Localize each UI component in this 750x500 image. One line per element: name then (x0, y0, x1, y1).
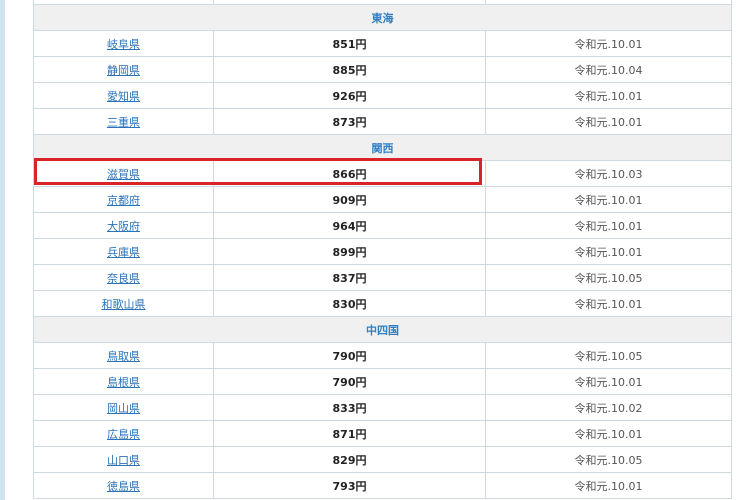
prefecture-link[interactable]: 鳥取県 (107, 350, 140, 363)
table-row: 静岡県 885円 令和元.10.04 (33, 56, 732, 83)
region-header-row: 中四国 (33, 316, 732, 343)
effective-date: 令和元.10.03 (485, 160, 732, 187)
table-row: 山口県 829円 令和元.10.05 (33, 446, 732, 473)
effective-date: 令和元.10.05 (485, 342, 732, 369)
table-row: 岐阜県 851円 令和元.10.01 (33, 30, 732, 57)
effective-date: 令和元.10.05 (485, 264, 732, 291)
minimum-wage-value: 793円 (213, 472, 486, 499)
table-row: 奈良県 837円 令和元.10.05 (33, 264, 732, 291)
minimum-wage-value: 871円 (213, 420, 486, 447)
effective-date: 令和元.10.05 (485, 446, 732, 473)
minimum-wage-value: 885円 (213, 56, 486, 83)
effective-date: 令和元.10.01 (485, 212, 732, 239)
prefecture-link[interactable]: 山口県 (107, 454, 140, 467)
minimum-wage-value: 964円 (213, 212, 486, 239)
prefecture-cell: 広島県 (33, 420, 214, 447)
prefecture-link[interactable]: 岡山県 (107, 402, 140, 415)
prefecture-cell: 兵庫県 (33, 238, 214, 265)
table-row: 滋賀県 866円 令和元.10.03 (33, 160, 732, 187)
effective-date: 令和元.10.01 (485, 30, 732, 57)
region-header: 中四国 (33, 316, 732, 343)
prefecture-link[interactable]: 大阪府 (107, 220, 140, 233)
prefecture-link[interactable]: 三重県 (107, 116, 140, 129)
table-row: 大阪府 964円 令和元.10.01 (33, 212, 732, 239)
prefecture-cell: 鳥取県 (33, 342, 214, 369)
minimum-wage-value: 899円 (213, 238, 486, 265)
prefecture-link[interactable]: 愛知県 (107, 90, 140, 103)
prefecture-link[interactable]: 奈良県 (107, 272, 140, 285)
minimum-wage-value: 866円 (213, 160, 486, 187)
prefecture-cell: 奈良県 (33, 264, 214, 291)
minimum-wage-value: 830円 (213, 290, 486, 317)
minimum-wage-value: 873円 (213, 108, 486, 135)
region-header: 東海 (33, 4, 732, 31)
prefecture-link[interactable]: 広島県 (107, 428, 140, 441)
prefecture-cell: 山口県 (33, 446, 214, 473)
table-row: 京都府 909円 令和元.10.01 (33, 186, 732, 213)
effective-date: 令和元.10.01 (485, 186, 732, 213)
prefecture-link[interactable]: 兵庫県 (107, 246, 140, 259)
effective-date: 令和元.10.01 (485, 420, 732, 447)
prefecture-cell: 和歌山県 (33, 290, 214, 317)
prefecture-link[interactable]: 静岡県 (107, 64, 140, 77)
table-row: 広島県 871円 令和元.10.01 (33, 420, 732, 447)
table-row: 愛知県 926円 令和元.10.01 (33, 82, 732, 109)
effective-date: 令和元.10.02 (485, 394, 732, 421)
table-row: 和歌山県 830円 令和元.10.01 (33, 290, 732, 317)
effective-date: 令和元.10.01 (485, 108, 732, 135)
prefecture-cell: 徳島県 (33, 472, 214, 499)
minimum-wage-table: 東海 岐阜県 851円 令和元.10.01 静岡県 885円 令和元.10.04 愛知県 926… (33, 0, 732, 499)
table-row: 鳥取県 790円 令和元.10.05 (33, 342, 732, 369)
prefecture-link[interactable]: 島根県 (107, 376, 140, 389)
minimum-wage-value: 851円 (213, 30, 486, 57)
left-border-bar (0, 0, 5, 500)
prefecture-cell: 京都府 (33, 186, 214, 213)
minimum-wage-value: 790円 (213, 368, 486, 395)
prefecture-cell: 静岡県 (33, 56, 214, 83)
effective-date: 令和元.10.04 (485, 56, 732, 83)
minimum-wage-value: 790円 (213, 342, 486, 369)
table-row: 岡山県 833円 令和元.10.02 (33, 394, 732, 421)
prefecture-link[interactable]: 京都府 (107, 194, 140, 207)
prefecture-cell: 岐阜県 (33, 30, 214, 57)
minimum-wage-value: 833円 (213, 394, 486, 421)
effective-date: 令和元.10.01 (485, 290, 732, 317)
region-header-row: 関西 (33, 134, 732, 161)
prefecture-cell: 滋賀県 (33, 160, 214, 187)
effective-date: 令和元.10.01 (485, 238, 732, 265)
minimum-wage-value: 909円 (213, 186, 486, 213)
prefecture-cell: 島根県 (33, 368, 214, 395)
minimum-wage-value: 829円 (213, 446, 486, 473)
table-row: 島根県 790円 令和元.10.01 (33, 368, 732, 395)
effective-date: 令和元.10.01 (485, 368, 732, 395)
table-row: 兵庫県 899円 令和元.10.01 (33, 238, 732, 265)
effective-date: 令和元.10.01 (485, 82, 732, 109)
prefecture-cell: 岡山県 (33, 394, 214, 421)
effective-date: 令和元.10.01 (485, 472, 732, 499)
prefecture-cell: 三重県 (33, 108, 214, 135)
minimum-wage-value: 837円 (213, 264, 486, 291)
prefecture-link[interactable]: 和歌山県 (102, 298, 146, 311)
minimum-wage-value: 926円 (213, 82, 486, 109)
table-row: 三重県 873円 令和元.10.01 (33, 108, 732, 135)
prefecture-cell: 大阪府 (33, 212, 214, 239)
region-header: 関西 (33, 134, 732, 161)
prefecture-link[interactable]: 徳島県 (107, 480, 140, 493)
region-header-row: 東海 (33, 4, 732, 31)
prefecture-link[interactable]: 滋賀県 (107, 168, 140, 181)
table-row: 徳島県 793円 令和元.10.01 (33, 472, 732, 499)
prefecture-cell: 愛知県 (33, 82, 214, 109)
prefecture-link[interactable]: 岐阜県 (107, 38, 140, 51)
